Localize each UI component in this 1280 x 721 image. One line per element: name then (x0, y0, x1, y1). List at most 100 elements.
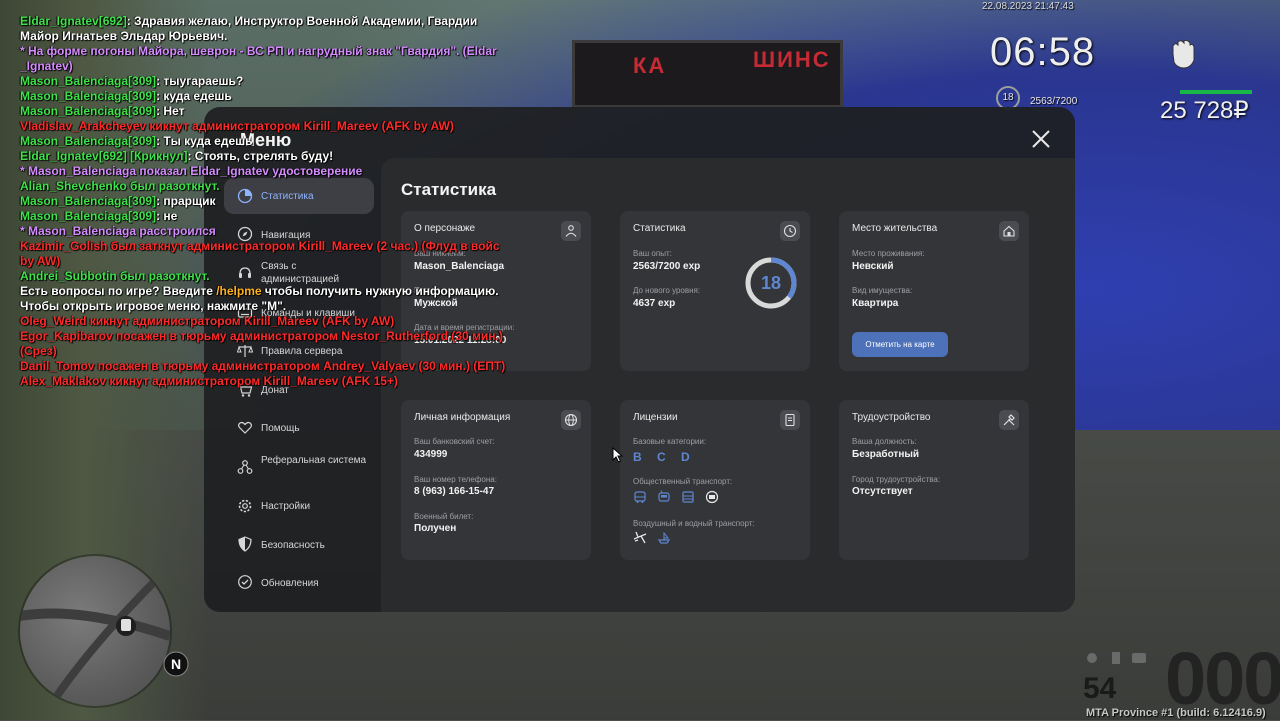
exp-label: Ваш опыт: (633, 249, 672, 258)
bus-icon (634, 491, 646, 503)
sidebar-item-updates[interactable]: Обновления (224, 574, 374, 610)
sidebar-item-label: Настройки (261, 501, 311, 512)
compass-letter: N (171, 656, 181, 672)
chat-segment: _Ignatev) (20, 59, 73, 73)
residence-place-label: Место проживания: (852, 249, 925, 258)
document-icon (785, 413, 795, 427)
hud-clock: 06:58 (990, 30, 1096, 74)
fuel-readout: 54 (1083, 672, 1117, 705)
card-title: Лицензии (633, 412, 678, 423)
chat-line: Eldar_Ignatev[692]: Здравия желаю, Инстр… (20, 14, 540, 29)
chat-line: (Срез) (20, 344, 540, 359)
compass-north-icon: N (163, 651, 189, 677)
chat-segment: Vladislav_Arakcheyev кикнут администрато… (20, 119, 454, 133)
job-city-label: Город трудоустройства: (852, 475, 941, 484)
card-title: Статистика (633, 223, 686, 234)
chat-line: Kazimir_Golish был заткнут администратор… (20, 239, 540, 254)
military-id-label: Военный билет: (414, 512, 474, 521)
sidebar-item-settings[interactable]: Настройки (224, 498, 374, 534)
next-level-label: До нового уровня: (633, 286, 701, 295)
card-employment: Трудоустройство Ваша должность: Безработ… (839, 400, 1029, 560)
home-icon (1003, 225, 1015, 237)
chat-line: Andrei_Subbotin был разоткнут. (20, 269, 540, 284)
chat-line: Чтобы открыть игровое меню, нажмите "М". (20, 299, 540, 314)
base-categories-label: Базовые категории: (633, 437, 707, 446)
chat-segment: Mason_Balenciaga[309] (20, 194, 157, 208)
chat-line: Mason_Balenciaga[309]: тыугараешь? (20, 74, 540, 89)
sidebar-item-label: Безопасность (261, 540, 325, 551)
property-type-label: Вид имущества: (852, 286, 913, 295)
chat-segment: : Здравия желаю, Инструктор Военной Акад… (126, 14, 478, 28)
chat-segment: : Ты куда едешь (156, 134, 253, 148)
boat-icon (657, 531, 671, 544)
chat-segment: Чтобы открыть игровое меню, нажмите "М". (20, 299, 287, 313)
card-icon-button (780, 410, 800, 430)
card-residence: Место жительства Место проживания: Невск… (839, 211, 1029, 371)
chat-line: Mason_Balenciaga[309]: прарщик (20, 194, 540, 209)
card-licenses: Лицензии Базовые категории: B C D Общест… (620, 400, 810, 560)
build-info: MTA Province #1 (build: 6.12416.9) (1086, 707, 1266, 719)
hud-money: 25 728₽ (1160, 97, 1249, 124)
clock-icon (783, 224, 797, 238)
shield-icon (238, 536, 252, 552)
level-number: 18 (760, 273, 782, 293)
chat-line: Egor_Kapibarov посажен в тюрьму админист… (20, 329, 540, 344)
next-level-value: 4637 exp (633, 298, 676, 309)
taxi-icon (705, 490, 719, 504)
chat-segment: Eldar_Ignatev[692] (20, 14, 127, 28)
chat-segment: Mason_Balenciaga[309] (20, 104, 157, 118)
chat-segment: Alian_Shevchenko был разоткнут. (20, 179, 220, 193)
sidebar-item-security[interactable]: Безопасность (224, 536, 374, 572)
chat-segment: * Mason_Balenciaga расстроился (20, 224, 216, 238)
chat-line: by AW) (20, 254, 540, 269)
close-button[interactable] (1028, 126, 1054, 152)
sidebar-item-label: Помощь (261, 423, 300, 434)
chat-segment: * На форме погоны Майора, шеврон - ВС РП… (20, 44, 497, 58)
chat-line: Mason_Balenciaga[309]: Ты куда едешь (20, 134, 540, 149)
fist-icon (1172, 39, 1195, 69)
chat-line: Mason_Balenciaga[309]: Нет (20, 104, 540, 119)
sign-text-right: ШИНС (753, 47, 831, 72)
chat-segment: Mason_Balenciaga[309] (20, 89, 157, 103)
globe-icon (564, 413, 578, 427)
chat-segment: by AW) (20, 254, 61, 268)
close-icon (1032, 130, 1050, 148)
card-icon-button (561, 410, 581, 430)
sidebar-item-label: Обновления (261, 578, 319, 589)
sidebar-item-help[interactable]: Помощь (224, 420, 374, 456)
chat-segment: * Mason_Balenciaga показал Eldar_Ignatev… (20, 164, 363, 178)
chat-line: Danil_Tomov посажен в тюрьму администрат… (20, 359, 540, 374)
minimap (20, 556, 170, 706)
chat-line: Mason_Balenciaga[309]: куда едешь (20, 89, 540, 104)
property-type-value: Квартира (852, 298, 899, 309)
military-id-value: Получен (414, 523, 457, 534)
job-position-value: Безработный (852, 449, 920, 460)
led-sign: КА ШИНС (572, 40, 843, 108)
chat-line: * Mason_Balenciaga показал Eldar_Ignatev… (20, 164, 540, 179)
tram-icon (682, 491, 694, 503)
chat-line: Alex_Maklakov кикнут администратором Kir… (20, 374, 540, 389)
chat-segment: Danil_Tomov посажен в тюрьму администрат… (20, 359, 506, 373)
chat-segment: Andrei_Subbotin был разоткнут. (20, 269, 210, 283)
chat-line: _Ignatev) (20, 59, 540, 74)
mark-on-map-button[interactable]: Отметить на карте (852, 332, 948, 357)
public-transport-label: Общественный транспорт: (633, 477, 733, 486)
chat-segment: (Срез) (20, 344, 57, 358)
sidebar-item-referral[interactable]: Реферальная система (224, 454, 374, 490)
card-title: Личная информация (414, 412, 511, 423)
chat-line: Есть вопросы по игре? Введите /helpme чт… (20, 284, 540, 299)
sidebar-item-label: Реферальная система (261, 455, 367, 466)
card-personal-info: Личная информация Ваш банковский счет: 4… (401, 400, 591, 560)
chat-line: Mason_Balenciaga[309]: не (20, 209, 540, 224)
chat-segment: Есть вопросы по игре? Введите (20, 284, 217, 298)
vehicle-indicator-icons (1087, 652, 1146, 664)
gear-icon (238, 499, 252, 513)
chat-segment: : Стоять, стрелять буду! (187, 149, 334, 163)
hud-datetime: 22.08.2023 21:47:43 (982, 1, 1074, 12)
exp-value: 2563/7200 exp (633, 261, 701, 272)
chat-line: * На форме погоны Майора, шеврон - ВС РП… (20, 44, 540, 59)
chat-segment: Eldar_Ignatev[692] [Крикнул] (20, 149, 188, 163)
chat-segment: Майор Игнатьев Эльдар Юрьевич. (20, 29, 228, 43)
phone-value: 8 (963) 166-15-47 (414, 486, 495, 497)
card-icon-button (780, 221, 800, 241)
